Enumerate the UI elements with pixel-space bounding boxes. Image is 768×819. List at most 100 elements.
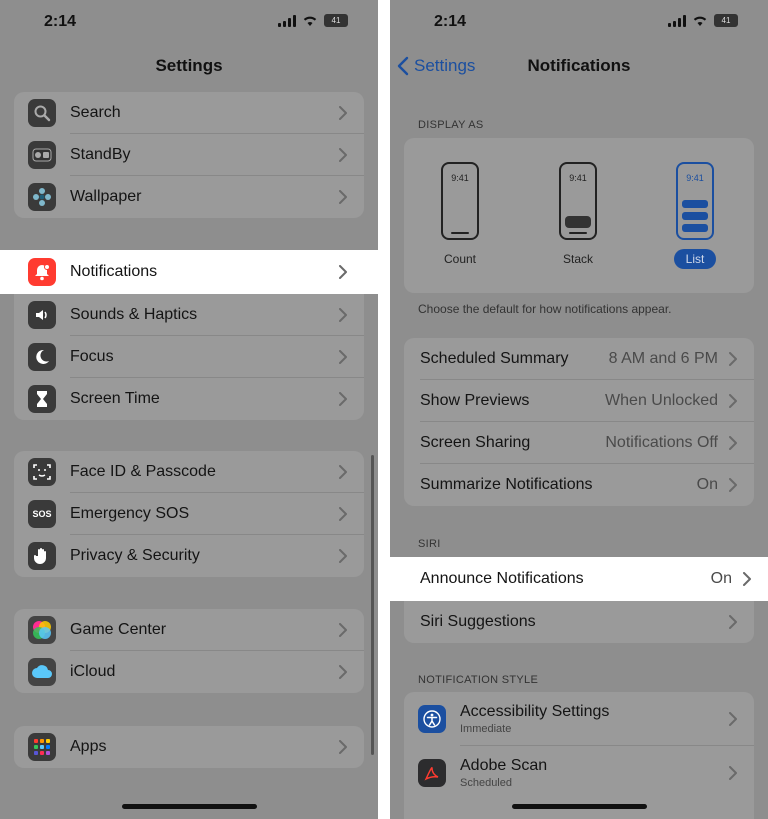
icloud-icon (28, 658, 56, 686)
settings-row-label: Privacy & Security (70, 547, 200, 564)
setting-value: On (710, 570, 732, 587)
chevron-right-icon (339, 623, 347, 637)
chevron-right-icon (729, 766, 737, 780)
count-preview-icon: 9:41 (441, 162, 479, 240)
display-option-stack[interactable]: 9:41 Stack (548, 162, 608, 266)
settings-group-services: Game Center iCloud (14, 609, 364, 693)
chevron-right-icon (339, 465, 347, 479)
app-list-group: Accessibility Settings Immediate Adobe Sca… (404, 692, 754, 819)
chevron-right-icon (729, 436, 737, 450)
chevron-right-icon (729, 478, 737, 492)
chevron-right-icon (339, 665, 347, 679)
settings-row-standby[interactable]: StandBy (14, 134, 364, 176)
app-name: Adobe Scan (460, 757, 548, 774)
notification-style-header: NOTIFICATION STYLE (418, 674, 539, 686)
settings-row-notifications[interactable]: Notifications (0, 250, 378, 294)
settings-row-label: Search (70, 104, 121, 121)
chevron-right-icon (339, 740, 347, 754)
chevron-right-icon (339, 308, 347, 322)
settings-row-label: Apps (70, 738, 107, 755)
settings-row-label: Notifications (70, 263, 158, 280)
display-option-list[interactable]: 9:41 List (665, 162, 725, 269)
home-indicator[interactable] (512, 804, 647, 809)
settings-row-face-id-passcode[interactable]: Face ID & Passcode (14, 451, 364, 493)
app-delivery: Immediate (460, 723, 512, 735)
chevron-right-icon (339, 507, 347, 521)
display-option-label: List (674, 249, 716, 269)
setting-scheduled-summary[interactable]: Scheduled Summary 8 AM and 6 PM (404, 338, 754, 380)
sos-icon: SOS (28, 500, 56, 528)
setting-value: 8 AM and 6 PM (608, 350, 718, 367)
chevron-right-icon (339, 549, 347, 563)
status-bar: 2:14 41 (390, 10, 768, 34)
settings-row-privacy-security[interactable]: Privacy & Security (14, 535, 364, 577)
setting-label: Announce Notifications (420, 570, 584, 587)
app-row-adobe-scan[interactable]: Adobe Scan Scheduled (404, 746, 754, 800)
notifications-screen: 2:14 41 Settings Notifications DISPLAY A… (390, 0, 768, 819)
settings-row-label: Game Center (70, 621, 167, 638)
page-title: Notifications (527, 56, 631, 75)
settings-group-apps: Apps (14, 726, 364, 768)
setting-screen-sharing[interactable]: Screen Sharing Notifications Off (404, 422, 754, 464)
settings-group-security: Face ID & Passcode SOS Emergency SOS Privac… (14, 451, 364, 577)
setting-label: Show Previews (420, 392, 530, 409)
settings-row-screen-time[interactable]: Screen Time (14, 378, 364, 420)
app-row-accessibility-settings[interactable]: Accessibility Settings Immediate (404, 692, 754, 746)
sounds-icon (28, 301, 56, 329)
setting-value: Notifications Off (605, 434, 718, 451)
focus-icon (28, 343, 56, 371)
setting-summarize-notifications[interactable]: Summarize Notifications On (404, 464, 754, 506)
settings-row-apps[interactable]: Apps (14, 726, 364, 768)
siri-group: Announce Notifications On Siri Suggestions (390, 557, 768, 643)
display-as-header: DISPLAY AS (418, 119, 484, 131)
status-time: 2:14 (44, 13, 77, 30)
settings-row-sounds-haptics[interactable]: Sounds & Haptics (14, 294, 364, 336)
app-delivery: Scheduled (460, 777, 512, 789)
display-option-count[interactable]: 9:41 Count (430, 162, 490, 266)
settings-row-wallpaper[interactable]: Wallpaper (14, 176, 364, 218)
chevron-right-icon (339, 148, 347, 162)
chevron-right-icon (339, 265, 347, 279)
setting-siri-suggestions[interactable]: Siri Suggestions (404, 601, 754, 643)
chevron-right-icon (339, 350, 347, 364)
setting-show-previews[interactable]: Show Previews When Unlocked (404, 380, 754, 422)
settings-screen: 2:14 41 Settings Search StandBy Wallpaper … (0, 0, 378, 819)
chevron-right-icon (339, 106, 347, 120)
notification-settings-group: Scheduled Summary 8 AM and 6 PM Show Previ… (404, 338, 754, 506)
accessibility-icon (418, 705, 446, 733)
screen-time-icon (28, 385, 56, 413)
hand-icon (28, 542, 56, 570)
setting-label: Siri Suggestions (420, 613, 536, 630)
wifi-icon (303, 16, 317, 26)
settings-row-label: Face ID & Passcode (70, 463, 216, 480)
list-preview-icon: 9:41 (676, 162, 714, 240)
apps-icon (28, 733, 56, 761)
preview-time: 9:41 (451, 173, 469, 183)
settings-row-icloud[interactable]: iCloud (14, 651, 364, 693)
preview-time: 9:41 (569, 173, 587, 183)
setting-label: Scheduled Summary (420, 350, 569, 367)
page-title: Settings (155, 56, 223, 75)
app-name: Accessibility Settings (460, 703, 610, 720)
settings-row-game-center[interactable]: Game Center (14, 609, 364, 651)
settings-row-focus[interactable]: Focus (14, 336, 364, 378)
setting-value: On (696, 476, 718, 493)
battery-icon: 41 (714, 14, 738, 27)
setting-announce-notifications[interactable]: Announce Notifications On (390, 557, 768, 601)
settings-row-search[interactable]: Search (14, 92, 364, 134)
display-footnote: Choose the default for how notifications… (418, 302, 672, 316)
wallpaper-icon (28, 183, 56, 211)
search-icon (28, 99, 56, 127)
home-indicator[interactable] (122, 804, 257, 809)
scroll-indicator[interactable] (371, 455, 374, 755)
game-center-icon (28, 616, 56, 644)
stack-preview-icon: 9:41 (559, 162, 597, 240)
chevron-right-icon (339, 392, 347, 406)
adobe-scan-icon (418, 759, 446, 787)
settings-row-emergency-sos[interactable]: SOS Emergency SOS (14, 493, 364, 535)
settings-group-general: Search StandBy Wallpaper (14, 92, 364, 218)
settings-row-label: Sounds & Haptics (70, 306, 198, 323)
standby-icon (28, 141, 56, 169)
cellular-signal-icon (278, 14, 296, 27)
status-bar: 2:14 41 (0, 10, 378, 34)
